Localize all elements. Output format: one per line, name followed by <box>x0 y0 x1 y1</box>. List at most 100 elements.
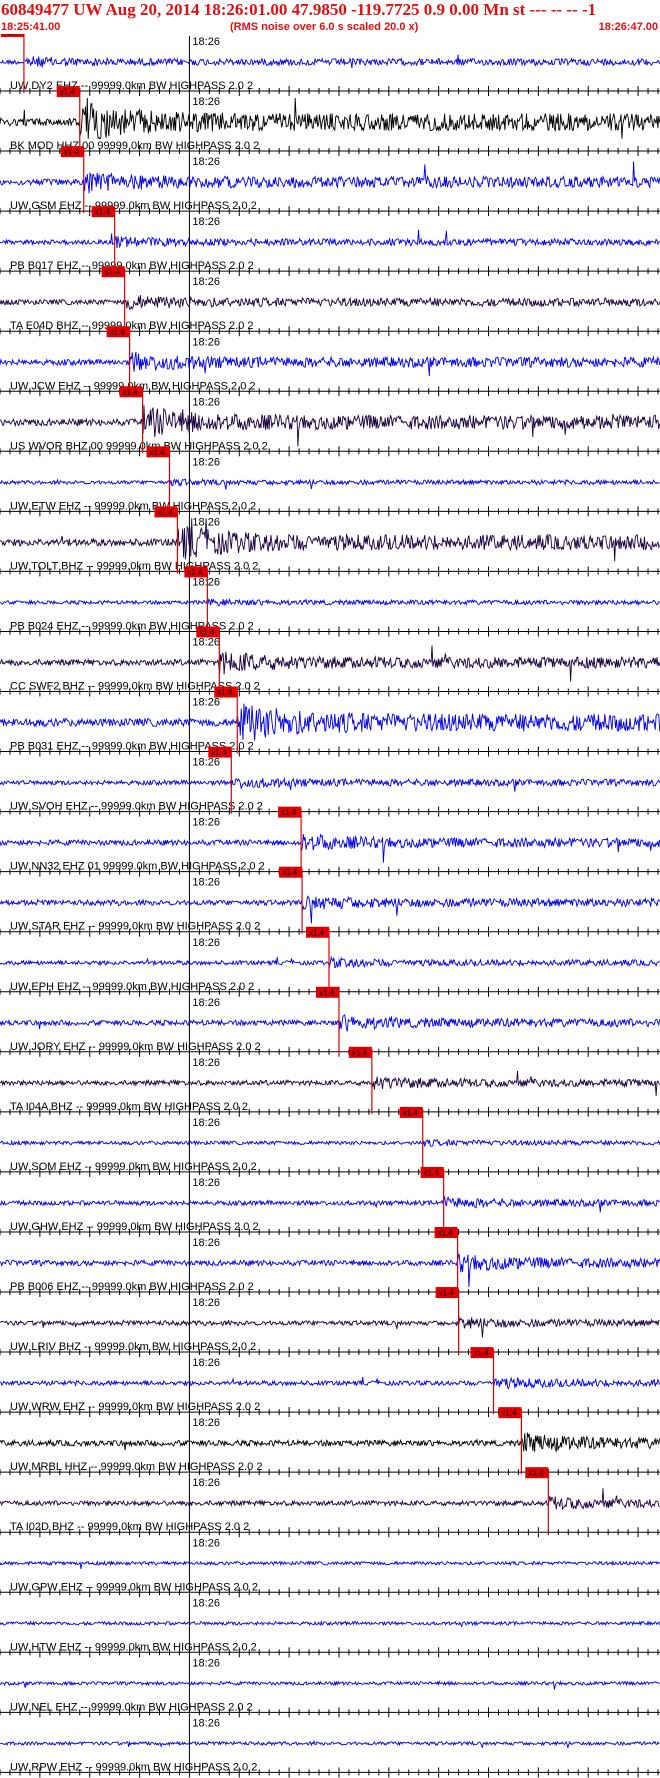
station-label: PB B017 EHZ -- 99999.0km BW HIGHPASS 2.0… <box>10 260 254 272</box>
minute-marker-label: 18:26 <box>192 216 220 228</box>
pick-label: x1.4 <box>4 34 20 37</box>
station-label: TA E04D BHZ -- 99999.0km BW HIGHPASS 2.0… <box>10 320 254 332</box>
pick-label: x1.4 <box>60 88 76 97</box>
station-label: UW NEL EHZ -- 99999.0km BW HIGHPASS 2.0 … <box>10 1701 253 1713</box>
trace-row: 18:26 UW NEL EHZ -- 99999.0km BW HIGHPASS… <box>0 1657 660 1718</box>
waveform <box>0 1195 660 1213</box>
pick-label: x1.4 <box>282 868 298 877</box>
waveform <box>0 161 660 194</box>
minute-marker-label: 18:26 <box>192 336 220 348</box>
minute-marker-label: 18:26 <box>192 1477 220 1489</box>
trace-row: 18:26UW TOLT BHZ -- 99999.0km BW HIGHPAS… <box>0 506 660 577</box>
trace-row: 18:26PB B024 EHZ -- 99999.0km BW HIGHPAS… <box>0 566 660 637</box>
waveform <box>0 1432 660 1453</box>
waveform <box>0 955 660 969</box>
minute-marker-label: 18:26 <box>192 937 220 949</box>
waveform <box>0 54 660 69</box>
minute-marker-label: 18:26 <box>192 997 220 1009</box>
trace-row: 18:26 UW SVOH EHZ -- 99999.0km BW HIGHPAS… <box>0 746 660 817</box>
trace-row: 18:26PB B031 EHZ -- 99999.0km BW HIGHPAS… <box>0 686 660 757</box>
trace-row: 18:26 TA E04D BHZ -- 99999.0km BW HIGHPAS… <box>0 266 660 337</box>
waveform <box>0 777 660 792</box>
trace-row: 18:26 TA I04A BHZ -- 99999.0km BW HIGHPAS… <box>0 1046 660 1117</box>
station-label: UW GSM EHZ -- 99999.0km BW HIGHPASS 2.0 … <box>10 200 257 212</box>
trace-row: 18:26 UW GPW EHZ -- 99999.0km BW HIGHPASS… <box>0 1537 660 1598</box>
station-label: UW WRW EHZ -- 99999.0km BW HIGHPASS 2.0 … <box>10 1401 260 1413</box>
station-label: UW DY2 EHZ -- 99999.0km BW HIGHPASS 2.0 … <box>10 80 253 92</box>
minute-marker-label: 18:26 <box>192 877 220 889</box>
pick-label: x1.4 <box>501 1409 517 1418</box>
trace-row: 18:26 UW ETW EHZ -- 99999.0km BW HIGHPASS… <box>0 446 660 517</box>
trace-row: 18:26 UW GHW EHZ -- 99999.0km BW HIGHPASS… <box>0 1166 660 1237</box>
pick-label: x1.4 <box>157 508 173 517</box>
trace-row: 18:26 PB B017 EHZ -- 99999.0km BW HIGHPAS… <box>0 206 660 277</box>
seismogram-chart: 18:26 UW DY2 EHZ -- 99999.0km BW HIGHPASS… <box>0 34 660 1778</box>
trace-row: 18:26 UW HTW EHZ -- 99999.0km BW HIGHPASS… <box>0 1597 660 1658</box>
pick-label: x1.4 <box>281 808 297 817</box>
trace-row: 18:26UW JCW EHZ -- 99999.0km BW HIGHPASS… <box>0 326 660 397</box>
station-label: UW NN32 EHZ 01 99999.0km BW HIGHPASS 2.0… <box>10 861 265 873</box>
trace-row: 18:26 UW NN32 EHZ 01 99999.0km BW HIGHPAS… <box>0 806 660 877</box>
pick-label: x1.4 <box>149 448 165 457</box>
pick-label: x1.4 <box>439 1289 455 1298</box>
waveform <box>0 229 660 249</box>
pick-label: x1.4 <box>474 1349 490 1358</box>
waveform <box>0 597 660 607</box>
waveform <box>0 97 660 140</box>
waveform <box>0 645 660 682</box>
station-label: UW EPH EHZ -- 99999.0km BW HIGHPASS 2.0 … <box>10 981 254 993</box>
waveform <box>0 1376 660 1390</box>
minute-marker-label: 18:26 <box>192 576 220 588</box>
waveform <box>0 518 660 562</box>
minute-marker-label: 18:26 <box>192 1297 220 1309</box>
pick-label: x1.4 <box>211 748 227 757</box>
station-label: UW GPW EHZ -- 99999.0km BW HIGHPASS 2.0 … <box>10 1581 258 1593</box>
minute-marker-label: 18:26 <box>192 817 220 829</box>
header: 60849477 UW Aug 20, 2014 18:26:01.00 47.… <box>0 0 660 36</box>
station-label: BK MOD HHZ 00 99999.0km BW HIGHPASS 2.0 … <box>10 140 259 152</box>
station-label: UW STAR EHZ -- 99999.0km BW HIGHPASS 2.0… <box>10 921 260 933</box>
waveform <box>0 351 660 377</box>
station-label: UW LRIV BHZ -- 99999.0km BW HIGHPASS 2.0… <box>10 1341 256 1353</box>
pick-label: x1.4 <box>199 628 215 637</box>
waveform <box>0 833 660 863</box>
trace-row: 18:26 TA I02D BHZ -- 99999.0km BW HIGHPAS… <box>0 1467 660 1538</box>
minute-marker-label: 18:26 <box>192 1177 220 1189</box>
waveform <box>0 1070 660 1096</box>
minute-marker-label: 18:26 <box>192 697 220 709</box>
trace-row: 18:26 UW GSM EHZ -- 99999.0km BW HIGHPASS… <box>0 146 660 217</box>
waveform <box>0 295 660 310</box>
station-label: UW HTW EHZ -- 99999.0km BW HIGHPASS 2.0 … <box>10 1641 257 1653</box>
station-label: TA I04A BHZ -- 99999.0km BW HIGHPASS 2.0… <box>10 1101 248 1113</box>
pick-label: x1.4 <box>64 148 80 157</box>
minute-marker-label: 18:26 <box>192 456 220 468</box>
trace-row: 18:26 UW RPW EHZ -- 99999.0km BW HIGHPASS… <box>0 1717 660 1778</box>
station-label: UW RPW EHZ -- 99999.0km BW HIGHPASS 2.0 … <box>10 1761 257 1773</box>
station-label: TA I02D BHZ -- 99999.0km BW HIGHPASS 2.0… <box>10 1521 249 1533</box>
trace-row: 18:26 UW MRBL HHZ -- 99999.0km BW HIGHPAS… <box>0 1407 660 1478</box>
waveform <box>0 1560 660 1569</box>
trace-row: 18:26 UW DY2 EHZ -- 99999.0km BW HIGHPASS… <box>0 34 660 96</box>
page-title: 60849477 UW Aug 20, 2014 18:26:01.00 47.… <box>1 0 597 19</box>
start-time: 18:25:41.00 <box>1 21 61 33</box>
trace-row: 18:26 UW WRW EHZ -- 99999.0km BW HIGHPASS… <box>0 1347 660 1418</box>
minute-marker-label: 18:26 <box>192 1537 220 1549</box>
noise-note: (RMS noise over 6.0 s scaled 20.0 x) <box>230 21 419 33</box>
minute-marker-label: 18:26 <box>192 1717 220 1729</box>
station-label: UW GHW EHZ -- 99999.0km BW HIGHPASS 2.0 … <box>10 1221 259 1233</box>
trace-row: 18:26 BK MOD HHZ 00 99999.0km BW HIGHPASS… <box>0 86 660 157</box>
end-time: 18:26:47.00 <box>598 21 658 33</box>
pick-label: x1.4 <box>110 328 126 337</box>
waveform <box>0 1739 660 1749</box>
pick-label: x1.4 <box>123 388 139 397</box>
waveform <box>0 703 660 741</box>
pick-label: x1.4 <box>438 1229 454 1238</box>
station-label: US WVOR BHZ 00 99999.0km BW HIGHPASS 2.0… <box>10 440 268 452</box>
minute-marker-label: 18:26 <box>192 1357 220 1369</box>
pick-label: x1.4 <box>217 688 233 697</box>
pick-label: x1.4 <box>105 268 121 277</box>
minute-marker-label: 18:26 <box>192 276 220 288</box>
station-label: UW ETW EHZ -- 99999.0km BW HIGHPASS 2.0 … <box>10 500 256 512</box>
station-label: UW TOLT BHZ -- 99999.0km BW HIGHPASS 2.0… <box>10 560 258 572</box>
pick-label: x1.4 <box>309 928 325 937</box>
